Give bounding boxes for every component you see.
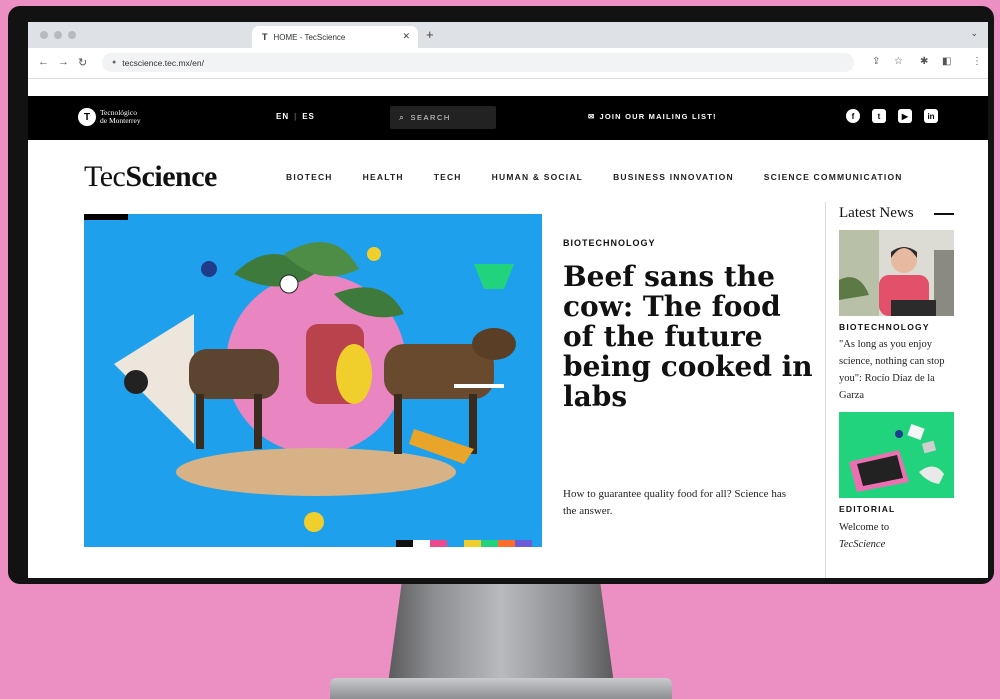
browser-toolbar: ← → ↻ ● tecscience.tec.mx/en/ ⇪ ☆ ✱ ◧ ⋮ [28,48,988,79]
nav-business-innovation[interactable]: BUSINESS INNOVATION [613,172,734,182]
yellow-semicircle [304,512,324,532]
nav-tech[interactable]: TECH [434,172,462,182]
green-lamp [474,264,514,289]
nav-science-communication[interactable]: SCIENCE COMMUNICATION [764,172,903,182]
cow-right-leg [394,394,402,454]
yellow-half-circle [336,344,372,404]
monitor-stand [388,584,614,684]
news-card-2-kicker[interactable]: EDITORIAL [839,504,895,514]
cow-left-body [189,349,279,399]
sidebar-divider [825,202,826,578]
cow-left-leg [196,394,204,449]
blue-dot [201,261,217,277]
wood-disk [176,448,456,496]
tec-shield-icon: T [78,108,96,126]
hero-image[interactable] [84,214,542,547]
chevron-down-icon[interactable]: ⌄ [970,28,978,39]
tab-title: HOME - TecScience [273,32,346,42]
monitor-stand-base [330,678,672,699]
lang-en-link[interactable]: EN [276,112,289,121]
white-dot [279,274,299,294]
maximize-window-dot[interactable] [68,31,76,39]
tecscience-logo[interactable]: TecScience [84,160,217,194]
extensions-icon[interactable]: ✱ [920,56,928,67]
sidebar-icon[interactable]: ◧ [942,56,951,67]
close-icon[interactable]: ✕ [402,31,410,42]
hero-dek: How to guarantee quality food for all? S… [563,488,786,517]
cow-left-leg-2 [254,394,262,449]
youtube-icon[interactable]: ▶ [898,109,912,123]
hero-headline[interactable]: Beef sans the cow: The food of the futur… [563,262,813,412]
hero-illustration [114,242,516,532]
facebook-icon[interactable]: f [846,109,860,123]
nav-health[interactable]: HEALTH [363,172,404,182]
browser-tab-bar: T HOME - TecScience ✕ + ⌄ [28,22,988,48]
news-card-image-1[interactable] [839,230,954,316]
news-card-1-kicker[interactable]: BIOTECHNOLOGY [839,322,930,332]
white-bar [454,384,504,388]
linkedin-icon[interactable]: in [924,109,938,123]
lang-separator: | [294,112,298,121]
language-switch: EN | ES [276,112,315,121]
window-controls[interactable] [40,31,76,39]
reload-icon[interactable]: ↻ [78,56,87,69]
mailing-label: JOIN OUR MAILING LIST! [599,112,717,121]
lang-es-link[interactable]: ES [302,112,315,121]
browser-tab-home[interactable]: T HOME - TecScience ✕ [252,26,418,48]
new-tab-icon[interactable]: + [426,27,434,42]
tec-logo[interactable]: T Tecnológico de Monterrey [78,108,141,126]
news-card-2-title[interactable]: Welcome to TecScience [839,519,959,553]
star-icon[interactable]: ☆ [894,56,903,67]
address-bar[interactable]: ● tecscience.tec.mx/en/ [102,53,854,72]
share-icon[interactable]: ⇪ [872,56,880,67]
news-card-1-title[interactable]: "As long as you enjoy science, nothing c… [839,336,959,404]
social-links: f t ▶ in [846,109,938,123]
forward-icon[interactable]: → [58,56,69,68]
yellow-dot [367,247,381,261]
site-top-bar: T Tecnológico de Monterrey EN | ES ⌕ SEARC… [28,96,988,140]
news-card-2-title-em: TecScience [839,539,886,550]
brand-light: Tec [84,160,126,193]
cow-head [472,328,516,360]
search-placeholder: SEARCH [410,113,451,122]
nav-biotech[interactable]: BIOTECH [286,172,333,182]
logo-line-2: de Monterrey [100,116,141,125]
twitter-icon[interactable]: t [872,109,886,123]
tec-logo-text: Tecnológico de Monterrey [100,109,141,125]
portrait-photo [839,230,954,316]
mail-icon: ✉ [588,112,596,121]
back-icon[interactable]: ← [38,56,49,68]
search-icon: ⌕ [399,112,406,122]
hero-kicker[interactable]: BIOTECHNOLOGY [563,238,656,248]
monitor-screen: T HOME - TecScience ✕ + ⌄ ← → ↻ ● tecsci… [28,22,988,578]
cow-right-leg-2 [469,394,477,454]
nav-human-social[interactable]: HUMAN & SOCIAL [492,172,583,182]
latest-news-rule [934,213,954,215]
favicon-icon: T [262,32,268,42]
editorial-illustration [849,423,944,492]
mailing-list-link[interactable]: ✉ JOIN OUR MAILING LIST! [588,112,717,121]
brand-bold: Science [125,160,217,193]
news-card-2-title-prefix: Welcome to [839,522,890,533]
lock-icon: ● [112,59,117,66]
kebab-menu-icon[interactable]: ⋮ [972,56,982,67]
hero-color-bar [396,540,532,547]
latest-news-heading: Latest News [839,205,914,221]
main-nav: BIOTECH HEALTH TECH HUMAN & SOCIAL BUSIN… [286,172,903,182]
minimize-window-dot[interactable] [54,31,62,39]
monitor-bezel: T HOME - TecScience ✕ + ⌄ ← → ↻ ● tecsci… [8,6,994,584]
search-box[interactable]: ⌕ SEARCH [390,106,496,129]
news-card-image-2[interactable] [839,412,954,498]
close-window-dot[interactable] [40,31,48,39]
url-text: tecscience.tec.mx/en/ [122,57,204,68]
black-dot [124,370,148,394]
